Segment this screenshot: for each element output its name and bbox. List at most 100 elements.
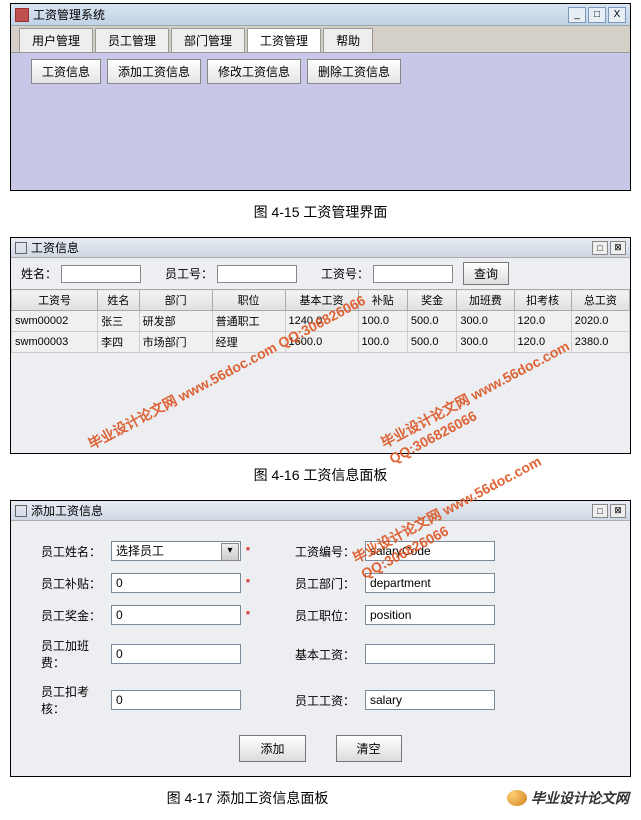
panel-close-button[interactable]: ⊠ [610, 241, 626, 255]
table-cell: 普通职工 [212, 311, 285, 332]
main-tabs: 用户管理 员工管理 部门管理 工资管理 帮助 [11, 26, 630, 53]
close-button[interactable]: X [608, 7, 626, 23]
column-header: 职位 [212, 290, 285, 311]
figure-caption-1: 图 4-15 工资管理界面 [0, 194, 641, 234]
empno-label: 员工号： [165, 265, 213, 282]
panel-title: 工资信息 [31, 239, 79, 256]
name-input[interactable] [61, 265, 141, 283]
window-add-salary: 添加工资信息 □ ⊠ 毕业设计论文网 www.56doc.com QQ:3068… [10, 500, 631, 777]
panel-icon [15, 505, 27, 517]
figure-caption-2: 图 4-16 工资信息面板 [0, 457, 641, 497]
base-salary-label: 基本工资： [295, 646, 365, 663]
table-cell: 经理 [212, 332, 285, 353]
window-salary-info: 工资信息 □ ⊠ 姓名： 员工号： 工资号： 查询 工资号姓名部门职位基本工资补… [10, 237, 631, 454]
table-cell: swm00002 [12, 311, 98, 332]
position-label: 员工职位： [295, 607, 365, 624]
panel-max-button[interactable]: □ [592, 241, 608, 255]
tab-user[interactable]: 用户管理 [19, 28, 93, 52]
table-cell: 300.0 [457, 311, 514, 332]
table-cell: 2020.0 [571, 311, 629, 332]
toolbar: 工资信息 添加工资信息 修改工资信息 删除工资信息 [11, 53, 630, 90]
panel-title: 添加工资信息 [31, 502, 103, 519]
table-cell: 500.0 [407, 332, 456, 353]
salary-table: 工资号姓名部门职位基本工资补贴奖金加班费扣考核总工资 swm00002张三研发部… [11, 289, 630, 353]
table-cell: 市场部门 [139, 332, 212, 353]
logo-icon [507, 790, 527, 806]
emp-name-label: 员工姓名： [41, 543, 111, 560]
column-header: 总工资 [571, 290, 629, 311]
bonus-input[interactable] [111, 605, 241, 625]
maximize-button[interactable]: □ [588, 7, 606, 23]
empno-input[interactable] [217, 265, 297, 283]
minimize-button[interactable]: _ [568, 7, 586, 23]
required-asterisk: * [241, 576, 255, 590]
deduct-input[interactable] [111, 690, 241, 710]
table-cell: 研发部 [139, 311, 212, 332]
bonus-label: 员工奖金： [41, 607, 111, 624]
total-salary-input[interactable] [365, 690, 495, 710]
allowance-input[interactable] [111, 573, 241, 593]
table-cell: 李四 [98, 332, 139, 353]
table-blank-area: 毕业设计论文网 www.56doc.com QQ:306826066 毕业设计论… [11, 353, 630, 453]
column-header: 基本工资 [285, 290, 358, 311]
overtime-input[interactable] [111, 644, 241, 664]
btn-del-salary[interactable]: 删除工资信息 [307, 59, 401, 84]
table-cell: 100.0 [358, 332, 407, 353]
search-button[interactable]: 查询 [463, 262, 509, 285]
table-cell: swm00003 [12, 332, 98, 353]
tab-help[interactable]: 帮助 [323, 28, 373, 52]
tab-dept[interactable]: 部门管理 [171, 28, 245, 52]
overtime-label: 员工加班费： [41, 637, 111, 671]
panel-titlebar: 工资信息 □ ⊠ [11, 238, 630, 258]
salary-code-label: 工资编号： [295, 543, 365, 560]
total-salary-label: 员工工资： [295, 692, 365, 709]
column-header: 工资号 [12, 290, 98, 311]
table-cell: 100.0 [358, 311, 407, 332]
column-header: 部门 [139, 290, 212, 311]
table-cell: 120.0 [514, 311, 571, 332]
logo-text: 毕业设计论文网 [531, 788, 629, 808]
table-cell: 张三 [98, 311, 139, 332]
form-area: 毕业设计论文网 www.56doc.com QQ:306826066 员工姓名：… [11, 521, 630, 776]
column-header: 补贴 [358, 290, 407, 311]
titlebar: 工资管理系统 _ □ X [11, 4, 630, 26]
table-cell: 2380.0 [571, 332, 629, 353]
required-asterisk: * [241, 608, 255, 622]
clear-button[interactable]: 清空 [336, 735, 402, 762]
window-salary-mgmt: 工资管理系统 _ □ X 用户管理 员工管理 部门管理 工资管理 帮助 工资信息… [10, 3, 631, 191]
panel-max-button[interactable]: □ [592, 504, 608, 518]
figure-caption-3: 图 4-17 添加工资信息面板 [0, 780, 495, 820]
column-header: 姓名 [98, 290, 139, 311]
tab-employee[interactable]: 员工管理 [95, 28, 169, 52]
dept-input[interactable] [365, 573, 495, 593]
name-label: 姓名： [21, 265, 57, 282]
tab-salary[interactable]: 工资管理 [247, 28, 321, 52]
table-cell: 300.0 [457, 332, 514, 353]
panel-icon [15, 242, 27, 254]
salary-code-input[interactable] [365, 541, 495, 561]
table-cell: 1240.0 [285, 311, 358, 332]
search-bar: 姓名： 员工号： 工资号： 查询 [11, 258, 630, 289]
table-row[interactable]: swm00002张三研发部普通职工1240.0100.0500.0300.012… [12, 311, 630, 332]
footer-logo: 毕业设计论文网 [495, 788, 641, 812]
position-input[interactable] [365, 605, 495, 625]
base-salary-input[interactable] [365, 644, 495, 664]
table-cell: 500.0 [407, 311, 456, 332]
add-button[interactable]: 添加 [239, 735, 305, 762]
panel-close-button[interactable]: ⊠ [610, 504, 626, 518]
deduct-label: 员工扣考核： [41, 683, 111, 717]
btn-salary-info[interactable]: 工资信息 [31, 59, 101, 84]
salno-input[interactable] [373, 265, 453, 283]
column-header: 奖金 [407, 290, 456, 311]
dept-label: 员工部门： [295, 575, 365, 592]
column-header: 加班费 [457, 290, 514, 311]
btn-add-salary[interactable]: 添加工资信息 [107, 59, 201, 84]
table-row[interactable]: swm00003李四市场部门经理1600.0100.0500.0300.0120… [12, 332, 630, 353]
btn-edit-salary[interactable]: 修改工资信息 [207, 59, 301, 84]
panel-titlebar: 添加工资信息 □ ⊠ [11, 501, 630, 521]
emp-name-select[interactable]: 选择员工 [111, 541, 241, 561]
content-area [11, 90, 630, 190]
allowance-label: 员工补贴： [41, 575, 111, 592]
app-icon [15, 8, 29, 22]
table-cell: 1600.0 [285, 332, 358, 353]
